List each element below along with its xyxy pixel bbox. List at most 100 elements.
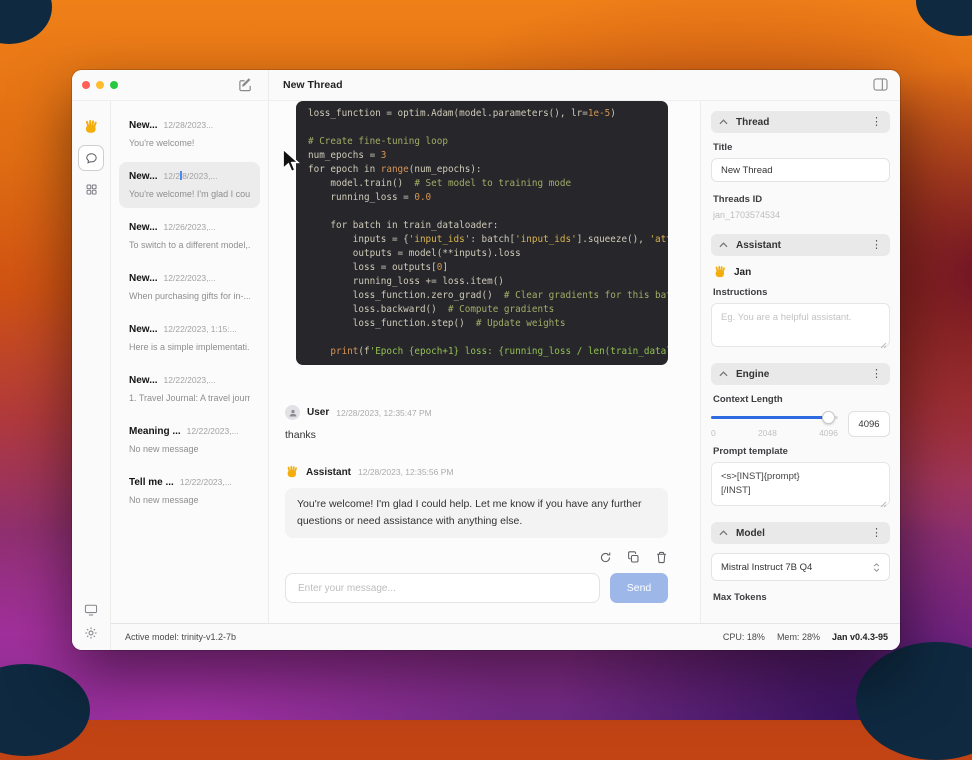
code-block: loss_function = optim.Adam(model.paramet… [296, 101, 668, 365]
thread-list-item[interactable]: Tell me ... 12/22/2023,... No new message [119, 468, 260, 514]
thread-item-date: 12/28/2023... [163, 120, 214, 130]
thread-item-title: New... [129, 273, 158, 284]
thread-list-item[interactable]: Meaning ... 12/22/2023,... No new message [119, 417, 260, 463]
thread-item-snippet: Here is a simple implementati... [129, 342, 250, 352]
thread-item-title: New... [129, 375, 158, 386]
titlebar[interactable]: New Thread [72, 70, 900, 101]
collapse-chevron-icon[interactable] [719, 242, 728, 248]
collapse-chevron-icon[interactable] [719, 530, 728, 536]
assistant-identity: Jan [713, 265, 888, 279]
context-length-slider[interactable] [711, 411, 838, 424]
thread-item-title: New... [129, 120, 158, 131]
assistant-wave-avatar-icon [285, 465, 299, 479]
assistant-message-header: Assistant 12/28/2023, 12:35:56 PM [285, 465, 668, 479]
toggle-right-panel-icon[interactable] [873, 78, 888, 91]
user-message-text: thanks [285, 429, 316, 441]
kebab-menu-icon[interactable]: ⋮ [871, 368, 882, 380]
thread-item-date: 12/22/2023,... [179, 477, 232, 487]
section-title: Model [736, 527, 765, 539]
thread-item-date: 12/26/2023,... [163, 222, 216, 232]
message-author: User [307, 407, 330, 418]
title-label: Title [713, 142, 733, 153]
regenerate-icon[interactable] [599, 551, 612, 564]
thread-item-snippet: You're welcome! [129, 138, 195, 148]
wallpaper-corner-shape [856, 642, 972, 760]
thread-item-title: Meaning ... [129, 426, 181, 437]
thread-section-header[interactable]: Thread ⋮ [711, 111, 890, 133]
new-thread-icon[interactable] [238, 77, 253, 92]
prompt-template-label: Prompt template [713, 446, 788, 457]
engine-section-header[interactable]: Engine ⋮ [711, 363, 890, 385]
kebab-menu-icon[interactable]: ⋮ [871, 116, 882, 128]
system-monitor-icon[interactable] [84, 604, 98, 616]
delete-trash-icon[interactable] [655, 551, 668, 564]
prompt-template-textarea[interactable]: <s>[INST]{prompt} [/INST] [711, 462, 890, 506]
close-window-button[interactable] [82, 81, 90, 89]
right-panel: Thread ⋮ Title Threads ID jan_1703574534… [700, 101, 900, 623]
zoom-window-button[interactable] [110, 81, 118, 89]
thread-item-title: New... [129, 324, 158, 335]
resize-grip-icon[interactable] [880, 342, 887, 349]
thread-item-date: 12/2 8/2023,... [163, 171, 218, 181]
copy-icon[interactable] [627, 551, 640, 564]
instructions-label: Instructions [713, 287, 768, 298]
model-section-header[interactable]: Model ⋮ [711, 522, 890, 544]
memory-usage: Mem: 28% [776, 632, 820, 642]
tick-label: 4096 [819, 428, 838, 438]
assistant-wave-avatar-icon [713, 265, 727, 279]
text-caret [180, 171, 183, 180]
thread-item-snippet: No new message [129, 495, 199, 505]
context-length-value[interactable]: 4096 [848, 411, 890, 437]
thread-item-date: 12/22/2023,... [186, 426, 239, 436]
titlebar-divider [268, 70, 269, 100]
jan-logo-wave-icon [79, 115, 103, 139]
threads-id-value: jan_1703574534 [713, 210, 781, 220]
kebab-menu-icon[interactable]: ⋮ [871, 239, 882, 251]
message-timestamp: 12/28/2023, 12:35:56 PM [358, 467, 454, 477]
app-version: Jan v0.4.3-95 [831, 632, 888, 642]
thread-list-item[interactable]: New... 12/28/2023... You're welcome! [119, 111, 260, 157]
model-select[interactable]: Mistral Instruct 7B Q4 [711, 553, 890, 581]
thread-item-title: Tell me ... [129, 477, 174, 488]
thread-list-item[interactable]: New... 12/22/2023,... When purchasing gift… [119, 264, 260, 310]
thread-list: New... 12/28/2023... You're welcome! New...… [111, 101, 269, 623]
assistant-name: Jan [734, 266, 752, 278]
left-rail [72, 101, 111, 650]
thread-title-input[interactable] [711, 158, 890, 182]
wallpaper-corner-shape [0, 664, 90, 756]
thread-item-snippet: When purchasing gifts for in-... [129, 291, 250, 301]
instructions-textarea[interactable] [711, 303, 890, 347]
section-title: Assistant [736, 239, 782, 251]
assistant-section-header[interactable]: Assistant ⋮ [711, 234, 890, 256]
thread-item-title: New... [129, 171, 158, 182]
slider-fill [711, 416, 830, 419]
cpu-usage: CPU: 18% [722, 632, 765, 642]
collapse-chevron-icon[interactable] [719, 371, 728, 377]
thread-list-item[interactable]: New... 12/2 8/2023,... You're welcome! I'm … [119, 162, 260, 208]
collapse-chevron-icon[interactable] [719, 119, 728, 125]
thread-item-snippet: No new message [129, 444, 199, 454]
message-input[interactable] [285, 573, 600, 603]
resize-grip-icon[interactable] [880, 501, 887, 508]
user-avatar-icon [285, 405, 300, 420]
thread-list-item[interactable]: New... 12/22/2023,... 1. Travel Journal: A… [119, 366, 260, 412]
thread-list-item[interactable]: New... 12/26/2023,... To switch to a diffe… [119, 213, 260, 259]
composer: Send [285, 573, 668, 603]
section-title: Thread [736, 116, 770, 128]
thread-item-title: New... [129, 222, 158, 233]
selected-model: Mistral Instruct 7B Q4 [721, 561, 813, 573]
threads-id-label: Threads ID [713, 194, 763, 205]
assistant-message-bubble: You're welcome! I'm glad I could help. L… [285, 488, 668, 538]
kebab-menu-icon[interactable]: ⋮ [871, 527, 882, 539]
status-bar: Active model: trinity-v1.2-7b CPU: 18% M… [111, 623, 900, 650]
settings-gear-icon[interactable] [84, 626, 98, 640]
rail-chat-tab[interactable] [78, 145, 104, 171]
wallpaper-corner-shape [916, 0, 972, 36]
slider-knob[interactable] [822, 411, 836, 424]
minimize-window-button[interactable] [96, 81, 104, 89]
send-button[interactable]: Send [610, 573, 668, 603]
slider-tick-labels: 0 2048 4096 [711, 428, 838, 438]
rail-hub-tab[interactable] [79, 177, 103, 201]
select-stepper-icon [873, 562, 880, 572]
thread-list-item[interactable]: New... 12/22/2023, 1:15:... Here is a simp… [119, 315, 260, 361]
